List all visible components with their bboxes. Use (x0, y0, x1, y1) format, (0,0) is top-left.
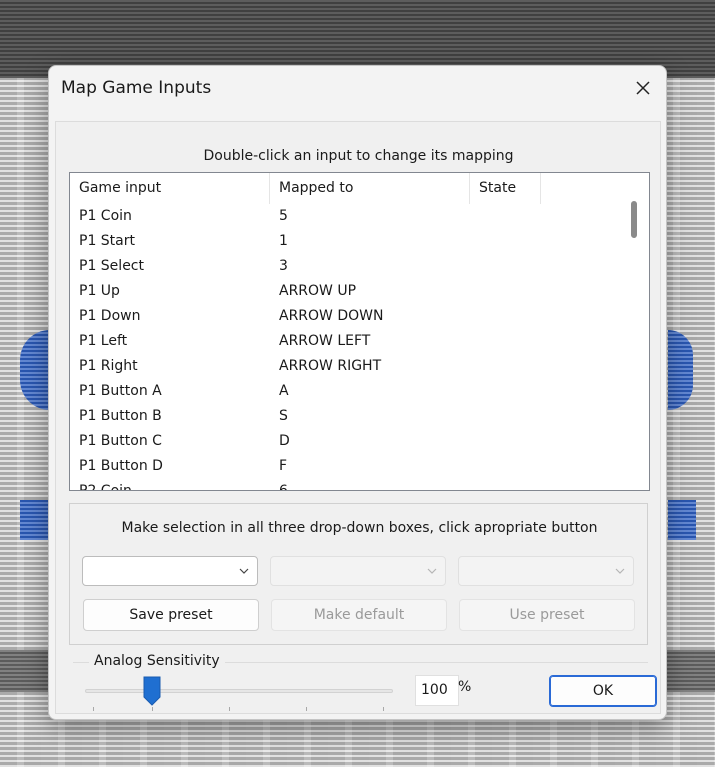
slider-tick (229, 707, 230, 711)
game-input-cell: P1 Start (79, 233, 135, 249)
mapped-to-cell: D (279, 433, 290, 449)
game-input-cell: P1 Button A (79, 383, 162, 399)
game-input-cell: P1 Down (79, 308, 141, 324)
state-cell (470, 204, 541, 229)
game-input-cell: P1 Button D (79, 458, 163, 474)
table-row[interactable]: P1 Button A A (70, 379, 622, 404)
ok-button[interactable]: OK (549, 675, 657, 707)
mapped-to-cell: ARROW UP (279, 283, 357, 299)
column-header-blank (541, 173, 622, 204)
slider-tick (93, 707, 94, 711)
map-game-inputs-dialog: Map Game Inputs Double-click an input to… (48, 65, 667, 720)
mapped-to-cell: 6 (279, 483, 288, 491)
background-blue-shape (668, 500, 696, 540)
preset-instruction: Make selection in all three drop-down bo… (121, 520, 598, 536)
chevron-down-icon (615, 568, 625, 574)
list-header: Game input Mapped to State (70, 173, 622, 204)
chevron-down-icon (427, 568, 437, 574)
close-icon (636, 81, 650, 95)
mapped-to-cell: S (279, 408, 288, 424)
table-row[interactable]: P1 Right ARROW RIGHT (70, 354, 622, 379)
analog-sensitivity-value[interactable]: 100 (415, 675, 459, 706)
close-button[interactable] (626, 71, 660, 105)
table-row[interactable]: P1 Down ARROW DOWN (70, 304, 622, 329)
mapped-to-cell: ARROW RIGHT (279, 358, 382, 374)
state-cell (470, 304, 541, 329)
table-row[interactable]: P1 Left ARROW LEFT (70, 329, 622, 354)
preset-combo-1[interactable] (82, 556, 258, 586)
preset-combo-2[interactable] (270, 556, 446, 586)
state-cell (470, 429, 541, 454)
column-header-state[interactable]: State (470, 173, 541, 204)
slider-tick (306, 707, 307, 711)
analog-slider-thumb[interactable] (143, 676, 161, 706)
dialog-title: Map Game Inputs (61, 78, 212, 98)
mapped-to-cell: ARROW DOWN (279, 308, 384, 324)
mapped-to-cell: A (279, 383, 289, 399)
list-rows: P1 Coin 5 P1 Start 1 P1 Select 3 P1 Up A… (70, 204, 622, 491)
background-blue-shape (668, 330, 693, 410)
state-cell (470, 229, 541, 254)
state-cell (470, 329, 541, 354)
analog-sensitivity-label: Analog Sensitivity (89, 653, 225, 669)
game-input-cell: P1 Button C (79, 433, 162, 449)
table-row[interactable]: P1 Button B S (70, 404, 622, 429)
state-cell (470, 479, 541, 490)
table-row[interactable]: P1 Up ARROW UP (70, 279, 622, 304)
state-cell (470, 404, 541, 429)
list-scrollbar[interactable] (621, 173, 649, 490)
game-input-cell: P1 Button B (79, 408, 162, 424)
state-cell (470, 279, 541, 304)
table-row[interactable]: P1 Button D F (70, 454, 622, 479)
state-cell (470, 254, 541, 279)
game-input-cell: P1 Coin (79, 208, 132, 224)
state-cell (470, 354, 541, 379)
mapped-to-cell: 3 (279, 258, 288, 274)
slider-tick (152, 707, 153, 711)
scrollbar-thumb[interactable] (631, 201, 637, 238)
percent-label: % (458, 679, 472, 695)
game-input-cell: P1 Up (79, 283, 120, 299)
game-input-cell: P2 Coin (79, 483, 132, 491)
mapped-to-cell: 1 (279, 233, 288, 249)
preset-combo-3[interactable] (458, 556, 634, 586)
table-row[interactable]: P1 Button C D (70, 429, 622, 454)
table-row[interactable]: P1 Select 3 (70, 254, 622, 279)
state-cell (470, 454, 541, 479)
mapping-instruction: Double-click an input to change its mapp… (203, 148, 514, 164)
background-blue-shape (20, 500, 48, 540)
column-header-game-input[interactable]: Game input (70, 173, 270, 204)
game-input-cell: P1 Select (79, 258, 144, 274)
column-header-mapped-to[interactable]: Mapped to (270, 173, 470, 204)
mapped-to-cell: ARROW LEFT (279, 333, 371, 349)
chevron-down-icon (239, 568, 249, 574)
game-input-cell: P1 Right (79, 358, 138, 374)
make-default-button[interactable]: Make default (271, 599, 447, 631)
mapped-to-cell: 5 (279, 208, 288, 224)
preset-group: Make selection in all three drop-down bo… (69, 503, 648, 645)
table-row[interactable]: P2 Coin 6 (70, 479, 622, 491)
input-mapping-list[interactable]: Game input Mapped to State P1 Coin 5 P1 … (69, 172, 650, 491)
table-row[interactable]: P1 Start 1 (70, 229, 622, 254)
save-preset-button[interactable]: Save preset (83, 599, 259, 631)
game-input-cell: P1 Left (79, 333, 128, 349)
slider-tick (383, 707, 384, 711)
analog-slider-track[interactable] (85, 689, 393, 693)
table-row[interactable]: P1 Coin 5 (70, 204, 622, 229)
use-preset-button[interactable]: Use preset (459, 599, 635, 631)
mapped-to-cell: F (279, 458, 288, 474)
state-cell (470, 379, 541, 404)
